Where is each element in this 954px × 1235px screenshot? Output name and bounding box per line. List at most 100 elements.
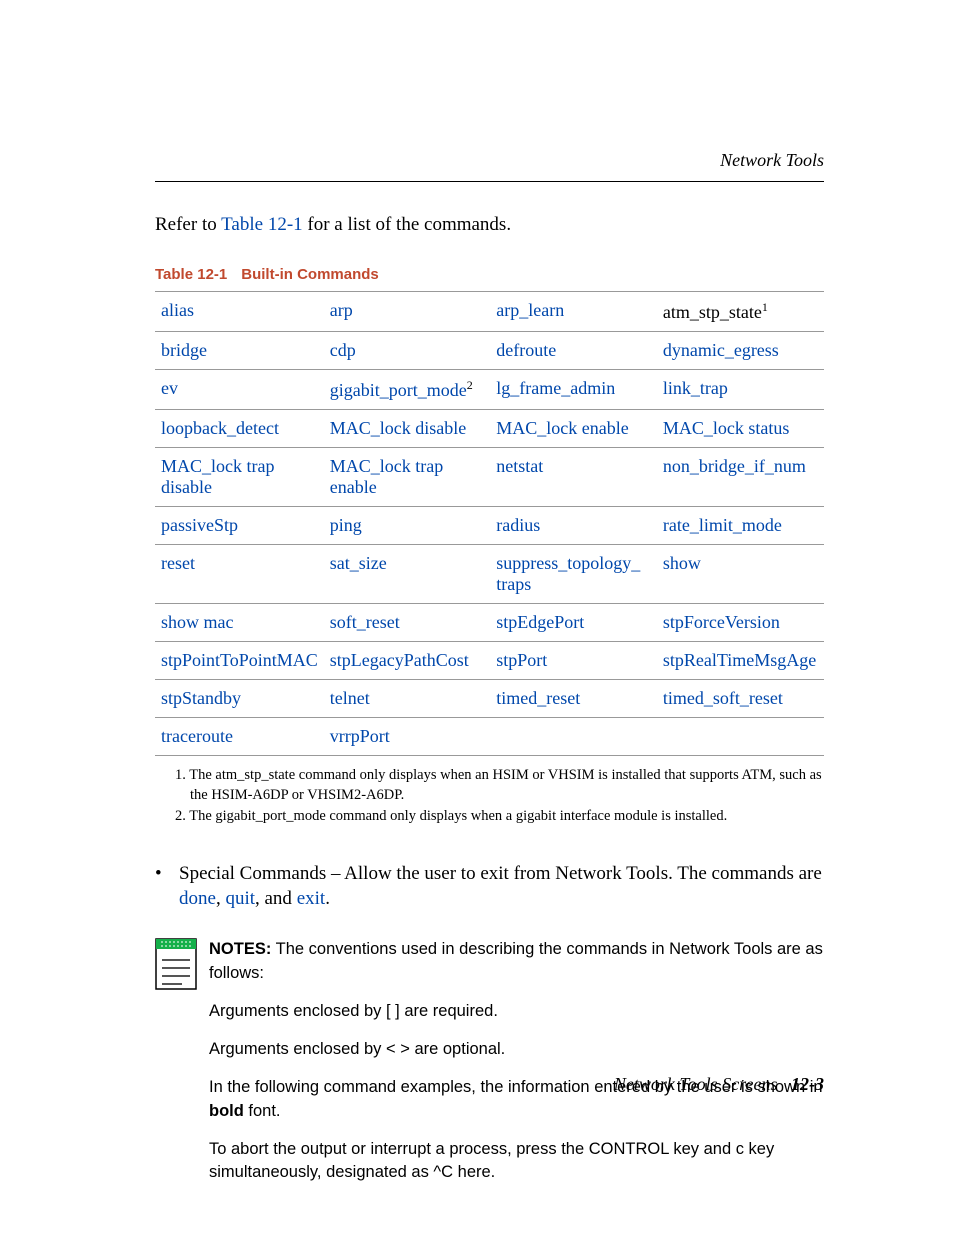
table-cell: defroute: [490, 332, 657, 370]
table-cell: timed_soft_reset: [657, 680, 824, 718]
command-link[interactable]: non_bridge_if_num: [663, 456, 806, 476]
table-cell: radius: [490, 507, 657, 545]
command-link[interactable]: stpEdgePort: [496, 612, 584, 632]
command-link[interactable]: arp: [330, 300, 353, 320]
table-row: passiveStp ping radius rate_limit_mode: [155, 507, 824, 545]
table-row: evgigabit_port_mode2lg_frame_adminlink_t…: [155, 370, 824, 410]
notes-icon: [155, 938, 209, 1199]
table-cell: MAC_lock disable: [324, 410, 491, 448]
commands-table: alias arp arp_learn atm_stp_state1bridge cdp…: [155, 291, 824, 756]
table-row: traceroute vrrpPort: [155, 718, 824, 756]
command-link[interactable]: stpForceVersion: [663, 612, 780, 632]
table-cell: traceroute: [155, 718, 324, 756]
command-link[interactable]: gigabit_port_mode: [330, 380, 467, 400]
command-link[interactable]: soft_reset: [330, 612, 400, 632]
command-link[interactable]: vrrpPort: [330, 726, 390, 746]
table-title: Built-in Commands: [241, 266, 379, 283]
command-link[interactable]: timed_soft_reset: [663, 688, 783, 708]
table-ref-link[interactable]: Table 12-1: [221, 214, 303, 235]
table-cell: vrrpPort: [324, 718, 491, 756]
table-cell: cdp: [324, 332, 491, 370]
superscript: 2: [467, 378, 473, 392]
table-cell: passiveStp: [155, 507, 324, 545]
command-link[interactable]: stpStandby: [161, 688, 241, 708]
table-cell: atm_stp_state1: [657, 292, 824, 332]
notes-block: NOTES: The conventions used in describin…: [155, 938, 824, 1199]
command-link[interactable]: arp_learn: [496, 300, 564, 320]
command-link[interactable]: ev: [161, 378, 178, 398]
command-link[interactable]: show mac: [161, 612, 233, 632]
command-link[interactable]: sat_size: [330, 553, 387, 573]
command-link[interactable]: stpPort: [496, 650, 547, 670]
command-link[interactable]: MAC_lock trap disable: [161, 456, 274, 497]
footer-page: 12-3: [791, 1074, 824, 1094]
table-cell: stpForceVersion: [657, 604, 824, 642]
notes-p2: Arguments enclosed by [ ] are required.: [209, 1000, 824, 1024]
command-link[interactable]: defroute: [496, 340, 556, 360]
table-cell: [657, 718, 824, 756]
table-cell: link_trap: [657, 370, 824, 410]
command-link[interactable]: cdp: [330, 340, 356, 360]
table-row: reset sat_size suppress_topology_ traps sho…: [155, 545, 824, 604]
footnote-1: 1. The atm_stp_state command only displa…: [175, 766, 824, 805]
command-link[interactable]: MAC_lock status: [663, 418, 790, 438]
link-done[interactable]: done: [179, 888, 216, 909]
command-link[interactable]: stpPointToPointMAC: [161, 650, 318, 670]
table-cell: reset: [155, 545, 324, 604]
command-link[interactable]: traceroute: [161, 726, 233, 746]
command-link[interactable]: rate_limit_mode: [663, 515, 782, 535]
table-cell: ev: [155, 370, 324, 410]
command-link[interactable]: dynamic_egress: [663, 340, 779, 360]
command-link[interactable]: show: [663, 553, 701, 573]
table-cell: MAC_lock status: [657, 410, 824, 448]
command-link[interactable]: timed_reset: [496, 688, 580, 708]
command-link[interactable]: stpLegacyPathCost: [330, 650, 469, 670]
command-link[interactable]: bridge: [161, 340, 207, 360]
command-link[interactable]: passiveStp: [161, 515, 238, 535]
table-cell: MAC_lock trap enable: [324, 448, 491, 507]
table-row: MAC_lock trap disable MAC_lock trap enabl…: [155, 448, 824, 507]
command-link[interactable]: ping: [330, 515, 362, 535]
command-link[interactable]: reset: [161, 553, 195, 573]
table-cell: MAC_lock trap disable: [155, 448, 324, 507]
command-link[interactable]: stpRealTimeMsgAge: [663, 650, 816, 670]
command-link[interactable]: netstat: [496, 456, 543, 476]
table-cell: soft_reset: [324, 604, 491, 642]
table-cell: telnet: [324, 680, 491, 718]
link-exit[interactable]: exit: [297, 888, 326, 909]
superscript: 1: [762, 300, 768, 314]
command-link[interactable]: loopback_detect: [161, 418, 279, 438]
intro-pre: Refer to: [155, 214, 221, 235]
command-link[interactable]: telnet: [330, 688, 370, 708]
command-link[interactable]: MAC_lock trap enable: [330, 456, 443, 497]
command-link[interactable]: MAC_lock enable: [496, 418, 628, 438]
page-footer: Network Tools Screens 12-3: [614, 1074, 824, 1095]
command-link[interactable]: MAC_lock disable: [330, 418, 467, 438]
table-cell: dynamic_egress: [657, 332, 824, 370]
table-cell: suppress_topology_ traps: [490, 545, 657, 604]
command-link[interactable]: radius: [496, 515, 540, 535]
footnote-2: 2. The gigabit_port_mode command only di…: [175, 807, 824, 827]
table-number: Table 12-1: [155, 266, 227, 283]
table-cell: loopback_detect: [155, 410, 324, 448]
table-cell: rate_limit_mode: [657, 507, 824, 545]
bullet-text: Special Commands – Allow the user to exi…: [179, 861, 824, 912]
table-cell: stpEdgePort: [490, 604, 657, 642]
notes-p3: Arguments enclosed by < > are optional.: [209, 1038, 824, 1062]
table-cell: stpPort: [490, 642, 657, 680]
table-cell: gigabit_port_mode2: [324, 370, 491, 410]
command-link[interactable]: alias: [161, 300, 194, 320]
command-link[interactable]: lg_frame_admin: [496, 378, 615, 398]
table-cell: alias: [155, 292, 324, 332]
header-rule: [155, 181, 824, 182]
table-cell: timed_reset: [490, 680, 657, 718]
notes-text: NOTES: The conventions used in describin…: [209, 938, 824, 1199]
command-link[interactable]: suppress_topology_ traps: [496, 553, 640, 594]
notes-p5: To abort the output or interrupt a proce…: [209, 1138, 824, 1186]
table-cell: [490, 718, 657, 756]
link-quit[interactable]: quit: [225, 888, 255, 909]
table-cell: stpStandby: [155, 680, 324, 718]
command-link[interactable]: link_trap: [663, 378, 728, 398]
bullet-dot: •: [155, 861, 179, 912]
table-cell: show: [657, 545, 824, 604]
